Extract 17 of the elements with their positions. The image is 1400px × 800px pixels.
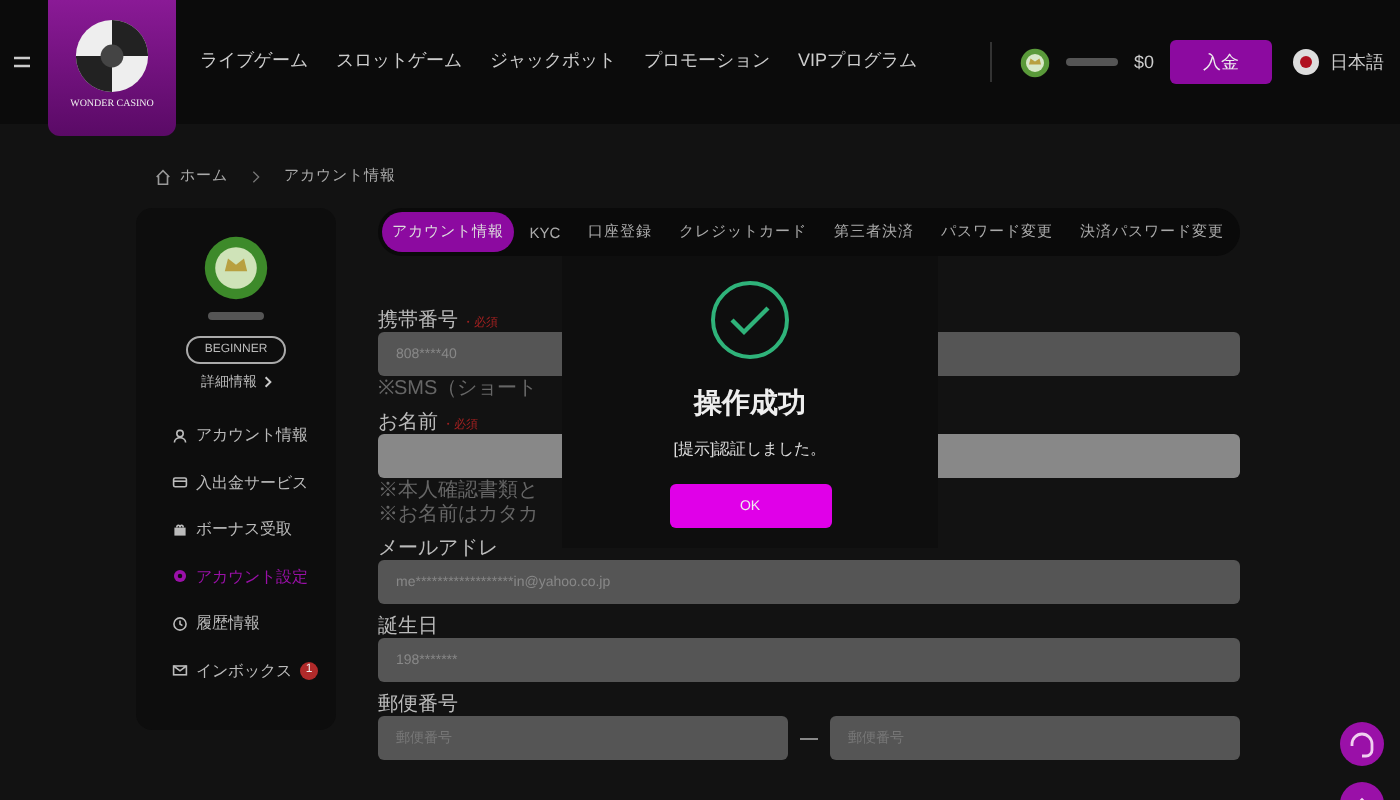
menu-label: アカウント情報 [196,424,308,447]
menu-label: ボーナス受取 [196,518,292,541]
field-label: メールアドレ [378,536,498,562]
dialog-title: 操作成功 [694,386,806,422]
field-label: 携帯番号 [378,307,458,334]
field-label: 誕生日 [378,613,438,640]
dialog-message: [提示]認証しました。 [673,438,827,460]
menu-label: アカウント設定 [196,565,308,588]
field-label: 郵便番号 [378,691,458,718]
menu-label: インボックス [196,659,292,682]
hint-text: ※SMS（ショート [378,378,538,400]
menu-label: 入出金サービス [196,471,308,494]
hint-text: ※本人確認書類と [378,480,538,502]
balance: $0 [1133,52,1154,72]
hint-text: ※お名前はカタカ [378,504,538,526]
field-label: お名前 [378,410,438,436]
menu-label: 履歴情報 [196,612,260,635]
